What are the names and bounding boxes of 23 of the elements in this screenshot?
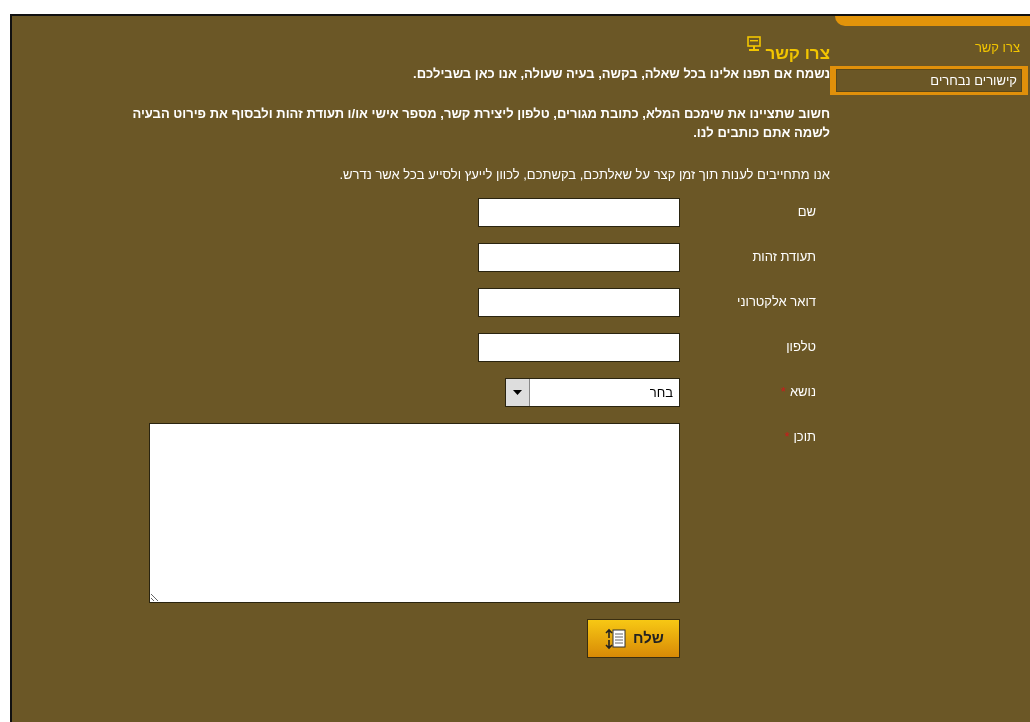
dropdown-arrow-icon — [513, 390, 522, 395]
page-title: צרו קשר — [765, 45, 830, 62]
computer-icon — [747, 36, 762, 54]
sidebar-link[interactable]: צרו קשר — [830, 36, 1028, 60]
sidebar-link[interactable]: קישורים נבחרים — [830, 65, 1028, 95]
field-label: תעודת זהות — [752, 249, 816, 264]
field-label: טלפון — [786, 339, 816, 354]
field-label: שם — [797, 204, 816, 219]
topic-select[interactable]: בחר — [505, 378, 680, 407]
input-field[interactable] — [478, 288, 680, 317]
instructions-text: חשוב שתציינו את שימכם המלא, כתובת מגורים, טלפון ליצירת קשר, מספר אישי או/ו תעודת זהות ולבסוף את פירוט הבעיה לשמה אתם כותבים לנו. — [131, 104, 830, 142]
commitment-text: אנו מתחייבים לענות תוך זמן קצר על שאלתכם, בקשתכם, לכוון לייעץ ולסייע בכל אשר נדרש. — [338, 165, 830, 184]
field-label: דואר אלקטרוני — [737, 294, 816, 309]
intro-text: נשמח אם תפנו אלינו בכל שאלה, בקשה, בעיה שעולה, אנו כאן בשבילכם. — [412, 65, 830, 83]
input-field[interactable] — [478, 198, 680, 227]
input-field[interactable] — [478, 243, 680, 272]
document-arrows-icon — [603, 627, 628, 650]
field-label: תוכן — [793, 429, 816, 444]
required-mark: * — [784, 429, 790, 444]
input-field[interactable] — [478, 333, 680, 362]
field-label: נושא — [789, 384, 816, 399]
required-mark: * — [780, 384, 786, 399]
send-button[interactable]: שלח — [587, 619, 680, 658]
